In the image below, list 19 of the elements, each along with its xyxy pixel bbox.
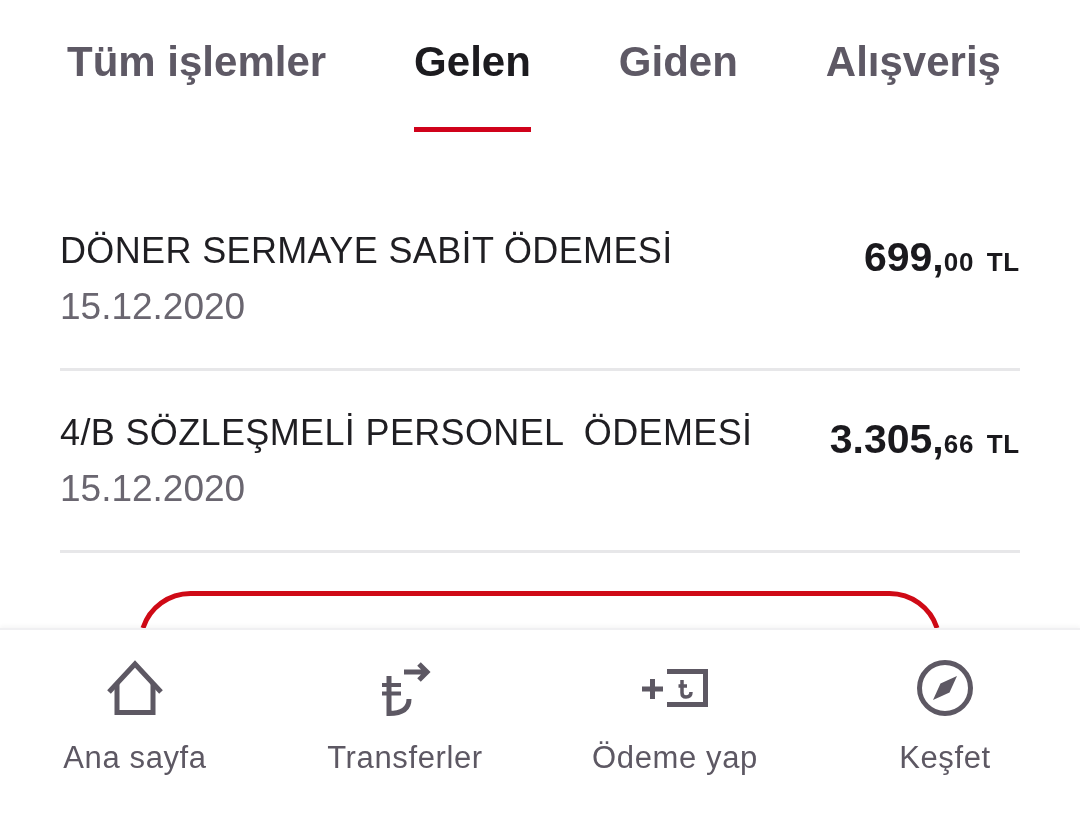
transaction-amount: 699,00 TL (863, 235, 1020, 282)
tab[interactable]: Tüm işlemler (67, 38, 327, 132)
compass-icon (917, 659, 973, 716)
bottom-nav-item[interactable]: Ana sayfa (63, 660, 207, 776)
transaction-title: DÖNER SERMAYE SABİT ÖDEMESİ (60, 229, 673, 273)
tab[interactable]: Gelen (414, 38, 531, 132)
lira-arrow-icon (379, 659, 431, 716)
outlined-button[interactable] (138, 591, 942, 628)
transaction-title: 4/B SÖZLEŞMELİ PERSONEL ÖDEMESİ (60, 411, 753, 455)
tab[interactable]: Giden (618, 38, 738, 132)
transaction-amount: 3.305,66 TL (829, 417, 1020, 464)
bottom-nav-item[interactable]: Keşfet (899, 660, 991, 776)
transaction-date: 15.12.2020 (60, 285, 247, 329)
home-icon (107, 660, 163, 715)
bottom-nav-item[interactable]: Ödeme yap (592, 660, 758, 776)
plus-lira-icon (640, 666, 710, 709)
tab[interactable]: Alışveriş (825, 38, 1001, 132)
transaction-date: 15.12.2020 (60, 467, 247, 511)
bottom-nav-item[interactable]: Transferler (327, 660, 483, 776)
